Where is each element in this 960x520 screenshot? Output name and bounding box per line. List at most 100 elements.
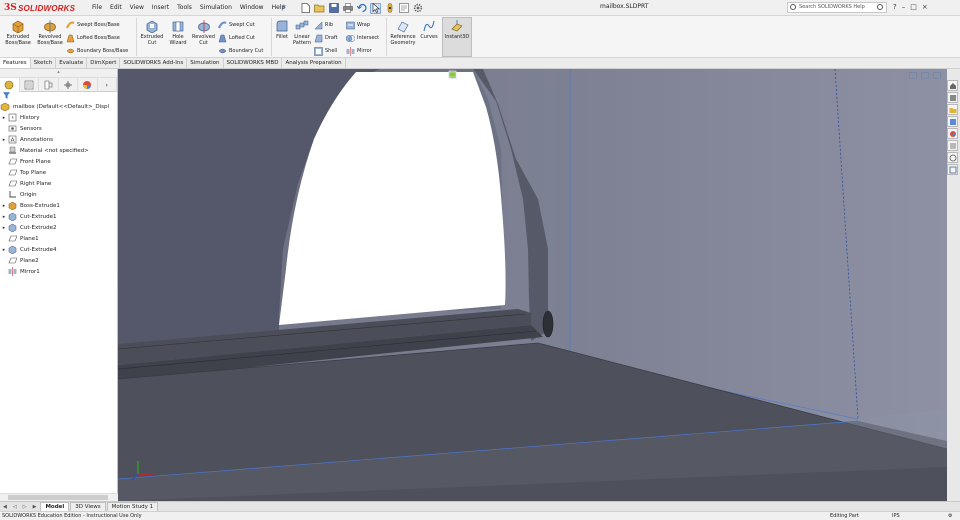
reference-geometry-button[interactable]: Reference Geometry xyxy=(388,19,418,46)
swept-cut-button[interactable]: Swept Cut xyxy=(218,20,255,30)
tab-analysis-preparation[interactable]: Analysis Preparation xyxy=(282,58,346,68)
lofted-cut-button[interactable]: Lofted Cut xyxy=(218,33,255,43)
lofted-boss-button[interactable]: Lofted Boss/Base xyxy=(66,33,120,43)
tab-addins[interactable]: SOLIDWORKS Add-Ins xyxy=(120,58,188,68)
file-explorer-icon[interactable] xyxy=(947,104,958,115)
more-tabs-chevron-icon[interactable]: › xyxy=(98,78,117,92)
solidworks-forum-icon[interactable] xyxy=(947,152,958,163)
tree-item[interactable]: Plane2 xyxy=(0,255,117,266)
tree-item[interactable]: Front Plane xyxy=(0,156,117,167)
custom-properties-icon[interactable] xyxy=(947,140,958,151)
tree-item[interactable]: Mirror1 xyxy=(0,266,117,277)
graphics-viewport[interactable] xyxy=(118,69,947,501)
open-document-icon[interactable] xyxy=(314,3,325,14)
pane-horizontal-scrollbar[interactable] xyxy=(0,493,118,501)
tab-sketch[interactable]: Sketch xyxy=(31,58,57,68)
extruded-cut-button[interactable]: Extruded Cut xyxy=(138,19,166,46)
magnifier-icon[interactable] xyxy=(877,4,883,10)
revolved-boss-button[interactable]: Revolved Boss/Base xyxy=(35,19,65,46)
shell-button[interactable]: Shell xyxy=(314,46,337,56)
status-units[interactable]: IPS xyxy=(892,512,900,520)
tab-model[interactable]: Model xyxy=(40,501,70,512)
status-customize-icon[interactable]: ⚙ xyxy=(948,512,952,520)
rib-button[interactable]: Rib xyxy=(314,20,333,30)
tree-item[interactable]: ▸ Cut-Extrude4 xyxy=(0,244,117,255)
tab-3d-views[interactable]: 3D Views xyxy=(70,501,106,512)
restore-button[interactable]: □ xyxy=(910,3,917,11)
tree-item[interactable]: ▸ A Annotations xyxy=(0,134,117,145)
next-tab-arrow-icon[interactable]: ▷ xyxy=(20,504,30,510)
print-icon[interactable] xyxy=(342,3,353,14)
tree-item[interactable]: Origin xyxy=(0,189,117,200)
menu-window[interactable]: Window xyxy=(236,3,268,13)
curves-button[interactable]: Curves xyxy=(419,19,439,40)
scrollbar-thumb[interactable] xyxy=(8,495,108,500)
viewport-close-icon[interactable] xyxy=(933,72,941,79)
expand-arrow-icon[interactable]: ▸ xyxy=(0,115,8,121)
extruded-boss-button[interactable]: Extruded Boss/Base xyxy=(3,19,33,46)
tab-simulation[interactable]: Simulation xyxy=(187,58,224,68)
select-icon[interactable] xyxy=(370,2,381,14)
expand-arrow-icon[interactable]: ▸ xyxy=(0,214,8,220)
tree-item[interactable]: Sensors xyxy=(0,123,117,134)
first-tab-arrow-icon[interactable]: ◀ xyxy=(0,504,10,510)
tree-item[interactable]: ▸ Cut-Extrude2 xyxy=(0,222,117,233)
view-palette-icon[interactable] xyxy=(947,116,958,127)
tree-item[interactable]: ▸ Cut-Extrude1 xyxy=(0,211,117,222)
help-button[interactable]: ? xyxy=(893,3,897,11)
draft-button[interactable]: Draft xyxy=(314,33,338,43)
expand-arrow-icon[interactable]: ▸ xyxy=(0,225,8,231)
appearances-scenes-icon[interactable] xyxy=(947,128,958,139)
tab-features[interactable]: Features xyxy=(0,58,31,68)
new-document-icon[interactable] xyxy=(300,3,311,14)
menu-edit[interactable]: Edit xyxy=(106,3,126,13)
tree-item[interactable]: Top Plane xyxy=(0,167,117,178)
last-tab-arrow-icon[interactable]: ▶ xyxy=(30,504,40,510)
expand-arrow-icon[interactable]: ▸ xyxy=(0,203,8,209)
intersect-button[interactable]: Intersect xyxy=(346,33,379,43)
expand-arrow-icon[interactable]: ▸ xyxy=(0,247,8,253)
solidworks-resources-icon[interactable] xyxy=(947,80,958,91)
boundary-cut-button[interactable]: Boundary Cut xyxy=(218,46,263,56)
hole-wizard-button[interactable]: Hole Wizard xyxy=(165,19,191,46)
minimize-button[interactable]: – xyxy=(902,3,906,11)
options-gear-icon[interactable] xyxy=(412,3,423,14)
viewport-restore-icon[interactable] xyxy=(921,72,929,79)
tab-dimxpert[interactable]: DimXpert xyxy=(87,58,121,68)
help-search-input[interactable]: Search SOLIDWORKS Help xyxy=(787,2,887,13)
dimxpert-manager-tab[interactable] xyxy=(59,78,78,92)
menu-view[interactable]: View xyxy=(126,3,148,13)
display-manager-tab[interactable] xyxy=(78,78,98,92)
menu-insert[interactable]: Insert xyxy=(148,3,173,13)
property-manager-tab[interactable] xyxy=(20,78,39,92)
configuration-manager-tab[interactable] xyxy=(39,78,59,92)
menu-tools[interactable]: Tools xyxy=(173,3,196,13)
save-icon[interactable] xyxy=(328,3,339,14)
tab-motion-study[interactable]: Motion Study 1 xyxy=(106,501,159,512)
boundary-boss-button[interactable]: Boundary Boss/Base xyxy=(66,46,128,56)
revolved-cut-button[interactable]: Revolved Cut xyxy=(190,19,217,46)
expand-arrow-icon[interactable]: ▸ xyxy=(0,137,8,143)
solidworks-3dexperience-icon[interactable] xyxy=(947,164,958,175)
tree-item[interactable]: Material <not specified> xyxy=(0,145,117,156)
linear-pattern-button[interactable]: Linear Pattern xyxy=(291,19,313,46)
menu-simulation[interactable]: Simulation xyxy=(196,3,236,13)
pane-collapse-handle[interactable]: ▴ xyxy=(0,69,117,78)
tree-item[interactable]: ▸ History xyxy=(0,112,117,123)
tree-item[interactable]: Plane1 xyxy=(0,233,117,244)
design-library-icon[interactable] xyxy=(947,92,958,103)
tree-item[interactable]: Right Plane xyxy=(0,178,117,189)
prev-tab-arrow-icon[interactable]: ◁ xyxy=(10,504,20,510)
tree-filter[interactable] xyxy=(0,92,117,101)
fillet-button[interactable]: Fillet xyxy=(273,19,291,40)
tree-root-part[interactable]: mailbox (Default<<Default>_Displ xyxy=(0,101,117,112)
rebuild-icon[interactable] xyxy=(384,3,395,14)
menu-file[interactable]: File xyxy=(88,3,106,13)
file-properties-icon[interactable] xyxy=(398,3,409,14)
tab-evaluate[interactable]: Evaluate xyxy=(56,58,88,68)
view-settings-icon[interactable] xyxy=(448,70,457,79)
app-logo[interactable]: 3S SOLIDWORKS xyxy=(4,1,75,15)
undo-icon[interactable] xyxy=(356,3,367,14)
feature-manager-tab[interactable] xyxy=(0,78,20,92)
pin-menu-icon[interactable]: ✶ xyxy=(281,3,287,11)
